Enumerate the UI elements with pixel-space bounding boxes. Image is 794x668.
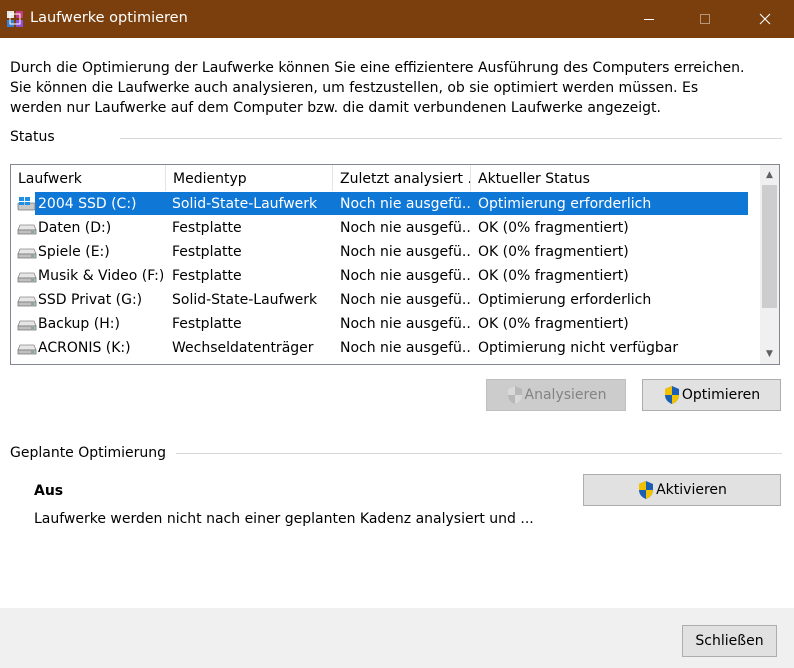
scroll-down-icon[interactable]: ▼ [760, 345, 779, 362]
column-header-media[interactable]: Medientyp [166, 165, 333, 191]
optimize-label: Optimieren [681, 387, 761, 403]
cell-media: Festplatte [172, 316, 242, 332]
cell-status: OK (0% fragmentiert) [478, 220, 629, 236]
intro-text: Durch die Optimierung der Laufwerke könn… [10, 60, 745, 116]
drive-icon [17, 317, 37, 331]
close-dialog-label: Schließen [695, 633, 764, 649]
list-header: Laufwerk Medientyp Zuletzt analysiert ..… [11, 165, 761, 191]
shield-icon [507, 386, 522, 404]
cell-media: Wechseldatenträger [172, 340, 314, 356]
schedule-description: Laufwerke werden nicht nach einer geplan… [34, 511, 534, 527]
cell-drive: Backup (H:) [38, 316, 120, 332]
cell-drive: SSD Privat (G:) [38, 292, 143, 308]
table-row[interactable]: Daten (D:) Festplatte Noch nie ausgefü... O… [11, 216, 748, 240]
windows-drive-icon [17, 197, 37, 211]
cell-last-analyzed: Noch nie ausgefü... [340, 220, 470, 236]
cell-media: Festplatte [172, 244, 242, 260]
title-bar: Laufwerke optimieren [0, 0, 794, 38]
table-row[interactable]: SSD Privat (G:) Solid-State-Laufwerk Noch … [11, 288, 748, 312]
schedule-state: Aus [34, 483, 64, 499]
table-row[interactable]: ACRONIS (K:) Wechseldatenträger Noch nie a… [11, 336, 748, 360]
cell-last-analyzed: Noch nie ausgefü... [340, 292, 470, 308]
cell-status: OK (0% fragmentiert) [478, 244, 629, 260]
cell-last-analyzed: Noch nie ausgefü... [340, 196, 470, 212]
shield-icon [664, 386, 679, 404]
drive-list[interactable]: Laufwerk Medientyp Zuletzt analysiert ..… [10, 164, 780, 365]
drive-icon [17, 293, 37, 307]
cell-last-analyzed: Noch nie ausgefü... [340, 268, 470, 284]
cell-last-analyzed: Noch nie ausgefü... [340, 316, 470, 332]
drive-icon [17, 341, 37, 355]
cell-last-analyzed: Noch nie ausgefü... [340, 340, 470, 356]
cell-media: Solid-State-Laufwerk [172, 196, 318, 212]
cell-status: Optimierung erforderlich [478, 196, 652, 212]
analyze-button[interactable]: Analysieren [486, 379, 626, 411]
activate-label: Aktivieren [656, 482, 727, 498]
table-row[interactable]: Musik & Video (F:) Festplatte Noch nie aus… [11, 264, 748, 288]
table-row[interactable]: Backup (H:) Festplatte Noch nie ausgefü...… [11, 312, 748, 336]
cell-last-analyzed: Noch nie ausgefü... [340, 244, 470, 260]
drive-icon [17, 269, 37, 283]
status-label: Status [10, 129, 55, 145]
cell-status: Optimierung erforderlich [478, 292, 652, 308]
cell-status: OK (0% fragmentiert) [478, 268, 629, 284]
cell-drive: Daten (D:) [38, 220, 112, 236]
minimize-icon [644, 19, 654, 20]
vertical-scrollbar[interactable]: ▲ ▼ [760, 165, 779, 364]
analyze-label: Analysieren [524, 387, 607, 403]
maximize-icon [700, 14, 710, 24]
cell-drive: Spiele (E:) [38, 244, 110, 260]
shield-icon [639, 481, 654, 499]
defrag-icon [7, 11, 23, 27]
column-header-drive[interactable]: Laufwerk [11, 165, 166, 191]
schedule-label: Geplante Optimierung [10, 445, 167, 461]
status-divider [120, 138, 782, 139]
table-row[interactable]: 2004 SSD (C:) Solid-State-Laufwerk Noch ni… [11, 192, 748, 216]
drive-icon [17, 245, 37, 259]
cell-status: Optimierung nicht verfügbar [478, 340, 679, 356]
cell-media: Solid-State-Laufwerk [172, 292, 318, 308]
minimize-button[interactable] [626, 0, 672, 38]
column-header-status[interactable]: Aktueller Status [471, 165, 761, 191]
footer-bar: Schließen [0, 608, 794, 668]
cell-drive: 2004 SSD (C:) [38, 196, 137, 212]
close-icon [759, 13, 771, 25]
drive-icon [17, 221, 37, 235]
optimize-button[interactable]: Optimieren [642, 379, 781, 411]
activate-button[interactable]: Aktivieren [583, 474, 781, 506]
table-row[interactable]: Spiele (E:) Festplatte Noch nie ausgefü...… [11, 240, 748, 264]
cell-media: Festplatte [172, 220, 242, 236]
cell-drive: ACRONIS (K:) [38, 340, 131, 356]
scroll-thumb[interactable] [762, 185, 777, 308]
window-title: Laufwerke optimieren [30, 10, 188, 26]
cell-drive: Musik & Video (F:) [38, 268, 163, 284]
maximize-button [682, 0, 728, 38]
close-button[interactable] [742, 0, 788, 38]
cell-status: OK (0% fragmentiert) [478, 316, 629, 332]
close-dialog-button[interactable]: Schließen [682, 625, 777, 657]
cell-media: Festplatte [172, 268, 242, 284]
schedule-divider [176, 453, 782, 454]
scroll-up-icon[interactable]: ▲ [760, 166, 779, 183]
column-header-last-analyzed[interactable]: Zuletzt analysiert ... [333, 165, 471, 191]
